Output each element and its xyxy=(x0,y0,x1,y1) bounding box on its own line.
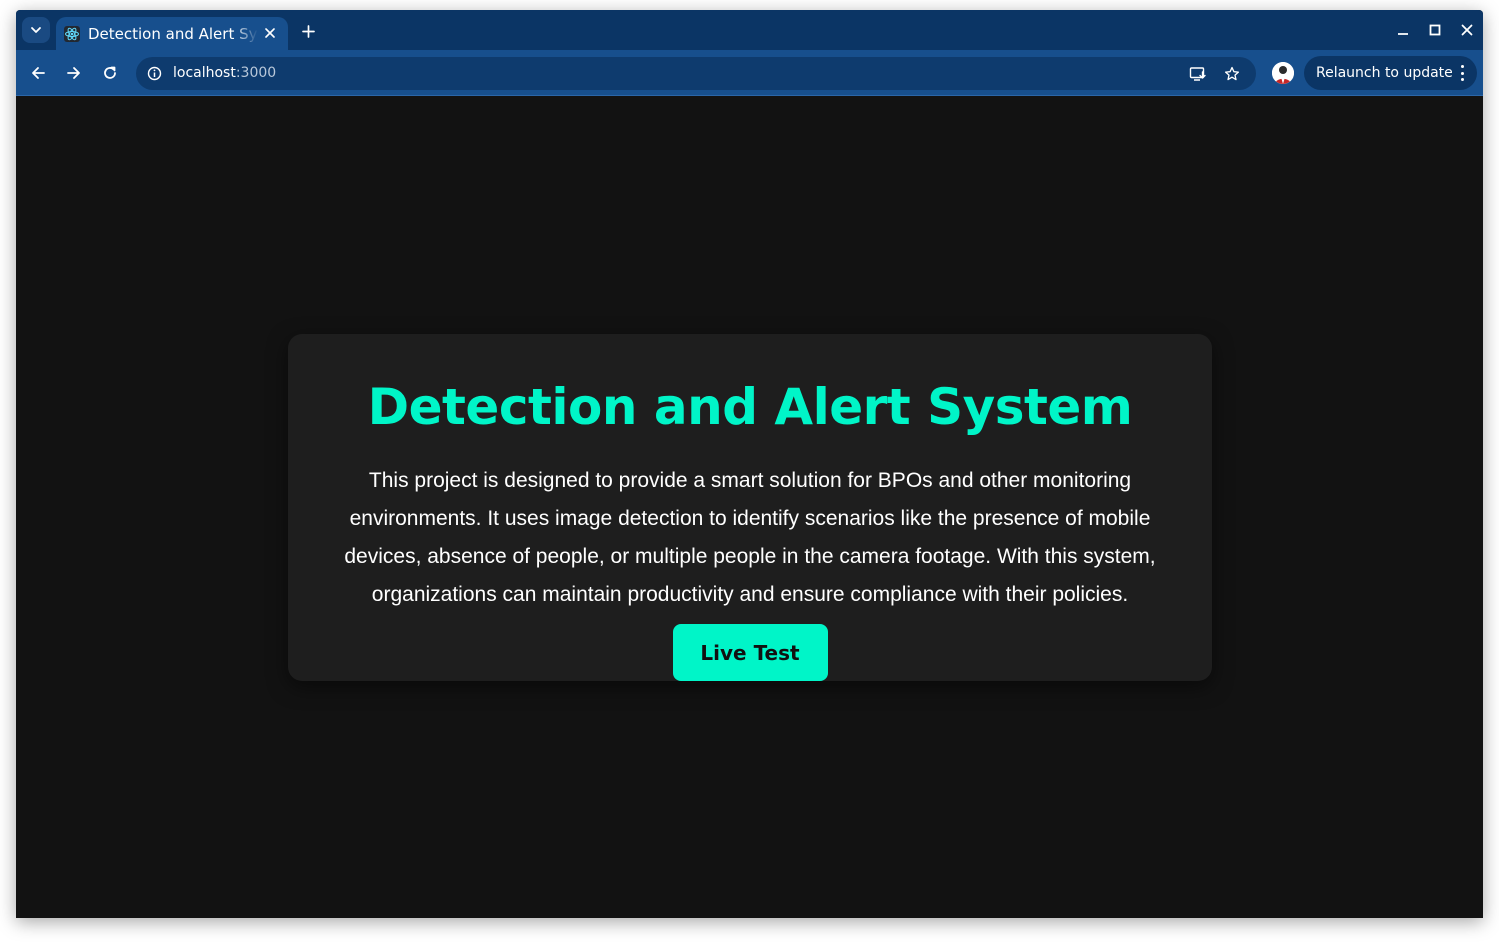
page-viewport: Detection and Alert System This project … xyxy=(16,97,1483,918)
browser-toolbar: localhost:3000 Relaunch to update xyxy=(16,50,1483,96)
tab-search-button[interactable] xyxy=(22,17,50,43)
minimize-button[interactable] xyxy=(1395,22,1411,38)
page-title: Detection and Alert System xyxy=(367,378,1133,436)
forward-button[interactable] xyxy=(64,63,84,83)
tab-title: Detection and Alert System xyxy=(88,24,258,43)
url-text[interactable]: localhost:3000 xyxy=(173,65,276,81)
browser-window: Detection and Alert System xyxy=(16,10,1483,918)
chevron-down-icon xyxy=(31,27,41,33)
close-icon xyxy=(1461,24,1473,36)
window-close-button[interactable] xyxy=(1459,22,1475,38)
close-icon[interactable] xyxy=(262,25,278,41)
install-app-icon[interactable] xyxy=(1189,65,1207,83)
url-port: :3000 xyxy=(235,65,277,81)
project-description: This project is designed to provide a sm… xyxy=(344,469,1156,606)
react-icon xyxy=(64,25,80,42)
more-vert-icon[interactable] xyxy=(1459,65,1465,81)
maximize-icon xyxy=(1429,24,1441,36)
arrow-left-icon xyxy=(32,67,45,79)
reload-button[interactable] xyxy=(100,63,120,83)
reload-icon xyxy=(104,66,116,79)
relaunch-button[interactable]: Relaunch to update xyxy=(1304,56,1477,90)
back-button[interactable] xyxy=(28,63,48,83)
arrow-right-icon xyxy=(67,67,80,79)
live-test-button[interactable]: Live Test xyxy=(672,624,828,681)
star-icon[interactable] xyxy=(1223,65,1241,83)
minimize-icon xyxy=(1398,33,1408,35)
url-host: localhost xyxy=(173,65,236,81)
tab-strip: Detection and Alert System xyxy=(16,10,1483,50)
relaunch-label: Relaunch to update xyxy=(1316,65,1453,81)
hero-card: Detection and Alert System This project … xyxy=(288,334,1212,681)
maximize-button[interactable] xyxy=(1427,22,1443,38)
new-tab-button[interactable] xyxy=(298,21,318,41)
plus-icon xyxy=(301,24,315,38)
profile-avatar[interactable] xyxy=(1272,62,1294,84)
tab-active[interactable]: Detection and Alert System xyxy=(56,17,288,50)
site-info-icon[interactable] xyxy=(146,65,163,82)
address-bar[interactable]: localhost:3000 xyxy=(136,57,1256,90)
